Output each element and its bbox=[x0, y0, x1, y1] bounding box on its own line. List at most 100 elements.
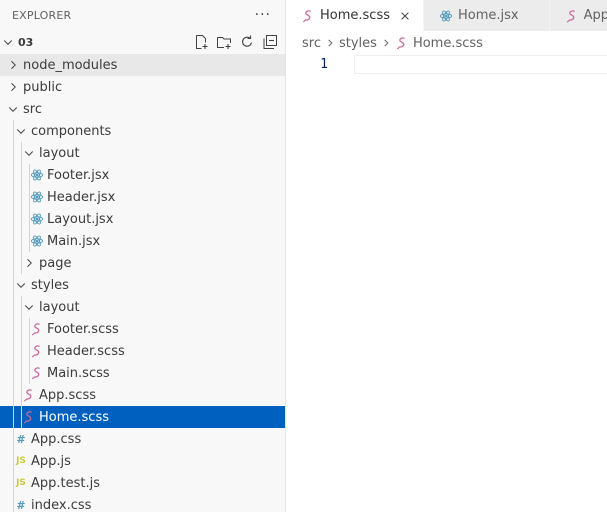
tree-file[interactable]: # index.css bbox=[0, 494, 285, 512]
react-file-icon bbox=[438, 8, 454, 24]
new-folder-icon[interactable] bbox=[215, 33, 233, 51]
tree-file[interactable]: JS App.js bbox=[0, 450, 285, 472]
chevron-down-icon bbox=[21, 299, 37, 315]
tab-label: App.scss bbox=[583, 8, 607, 23]
indent-guide bbox=[21, 142, 22, 274]
tree-file[interactable]: Header.scss bbox=[0, 340, 285, 362]
tree-file[interactable]: Footer.scss bbox=[0, 318, 285, 340]
breadcrumb-item[interactable]: Home.scss bbox=[395, 36, 483, 51]
scss-file-icon bbox=[395, 36, 409, 50]
tree-item-label: Main.jsx bbox=[47, 233, 101, 249]
tree-folder[interactable]: node_modules bbox=[0, 54, 285, 76]
scss-file-icon bbox=[21, 409, 37, 425]
react-file-icon bbox=[29, 211, 45, 227]
tab-label: Home.jsx bbox=[458, 8, 519, 23]
chevron-down-icon bbox=[21, 145, 37, 161]
tree-item-label: src bbox=[23, 101, 42, 117]
breadcrumb-label: Home.scss bbox=[412, 35, 483, 51]
chevron-right-icon bbox=[5, 57, 21, 73]
breadcrumb: src styles Home.scss bbox=[286, 31, 607, 55]
line-number: 1 bbox=[320, 57, 328, 72]
tree-folder[interactable]: components bbox=[0, 120, 285, 142]
scss-file-icon bbox=[21, 387, 37, 403]
chevron-down-icon bbox=[0, 34, 16, 50]
collapse-all-icon[interactable] bbox=[261, 33, 279, 51]
tree-item-label: Main.scss bbox=[47, 365, 110, 381]
indent-guide bbox=[21, 296, 22, 428]
file-tree: node_modulespublic src components layout Foo… bbox=[0, 54, 285, 512]
react-file-icon bbox=[29, 233, 45, 249]
react-file-icon bbox=[29, 189, 45, 205]
tree-item-label: App.js bbox=[31, 453, 71, 469]
editor-tab[interactable]: Home.scss bbox=[286, 0, 424, 31]
editor-area: Home.scss Home.jsx App.scss src styles Home.… bbox=[286, 0, 607, 512]
explorer-panel: EXPLORER ··· 03 node_modulespublic src com… bbox=[0, 0, 286, 512]
new-file-icon[interactable] bbox=[192, 33, 210, 51]
tree-file[interactable]: Footer.jsx bbox=[0, 164, 285, 186]
breadcrumb-item[interactable]: src bbox=[302, 36, 321, 51]
tree-file[interactable]: Main.jsx bbox=[0, 230, 285, 252]
indent-guide bbox=[13, 120, 14, 512]
tree-item-label: layout bbox=[39, 299, 80, 315]
workspace-folder-header[interactable]: 03 bbox=[0, 30, 285, 54]
scss-file-icon bbox=[29, 365, 45, 381]
tree-folder[interactable]: layout bbox=[0, 142, 285, 164]
tree-file[interactable]: Home.scss bbox=[0, 406, 285, 428]
indent-guide bbox=[29, 318, 30, 384]
tree-item-label: components bbox=[31, 123, 112, 139]
tab-label: Home.scss bbox=[320, 8, 390, 23]
tree-item-label: page bbox=[39, 255, 72, 271]
editor-line[interactable]: 1 bbox=[286, 55, 607, 74]
tree-file[interactable]: Layout.jsx bbox=[0, 208, 285, 230]
tree-file[interactable]: # App.css bbox=[0, 428, 285, 450]
tree-folder[interactable]: layout bbox=[0, 296, 285, 318]
editor-tab[interactable]: App.scss bbox=[549, 0, 607, 31]
tree-item-label: node_modules bbox=[23, 57, 118, 73]
chevron-right-icon bbox=[381, 38, 391, 48]
breadcrumb-label: styles bbox=[338, 35, 377, 51]
chevron-right-icon bbox=[5, 79, 21, 95]
scss-file-icon bbox=[29, 343, 45, 359]
chevron-down-icon bbox=[13, 277, 29, 293]
workspace-folder-name: 03 bbox=[18, 35, 34, 49]
close-icon[interactable] bbox=[397, 8, 413, 24]
explorer-title: EXPLORER bbox=[12, 8, 72, 22]
tree-item-label: Header.jsx bbox=[47, 189, 116, 205]
js-file-icon: JS bbox=[16, 456, 26, 466]
tree-item-label: styles bbox=[31, 277, 69, 293]
css-file-icon: # bbox=[16, 498, 26, 512]
scss-file-icon bbox=[300, 8, 316, 24]
scss-file-icon bbox=[564, 8, 580, 24]
chevron-down-icon bbox=[5, 101, 21, 117]
css-file-icon: # bbox=[16, 432, 26, 446]
breadcrumb-item[interactable]: styles bbox=[339, 36, 377, 51]
tree-item-label: App.test.js bbox=[31, 475, 101, 491]
tree-file[interactable]: Main.scss bbox=[0, 362, 285, 384]
tree-file[interactable]: App.scss bbox=[0, 384, 285, 406]
tree-folder[interactable]: public bbox=[0, 76, 285, 98]
tree-item-label: Footer.scss bbox=[47, 321, 119, 337]
tree-item-label: Home.scss bbox=[39, 409, 109, 425]
tree-folder[interactable]: styles bbox=[0, 274, 285, 296]
refresh-icon[interactable] bbox=[238, 33, 256, 51]
tree-folder[interactable]: page bbox=[0, 252, 285, 274]
editor-tab[interactable]: Home.jsx bbox=[424, 0, 550, 31]
more-actions-button[interactable]: ··· bbox=[255, 7, 271, 23]
explorer-header: EXPLORER ··· bbox=[0, 0, 285, 30]
tree-item-label: index.css bbox=[31, 497, 92, 512]
tree-item-label: layout bbox=[39, 145, 80, 161]
indent-guide bbox=[29, 164, 30, 252]
tree-item-label: Layout.jsx bbox=[47, 211, 114, 227]
tree-item-label: Footer.jsx bbox=[47, 167, 110, 183]
chevron-right-icon bbox=[325, 38, 335, 48]
react-file-icon bbox=[29, 167, 45, 183]
tree-file[interactable]: Header.jsx bbox=[0, 186, 285, 208]
tree-item-label: Header.scss bbox=[47, 343, 125, 359]
breadcrumb-label: src bbox=[302, 35, 321, 51]
tree-item-label: App.scss bbox=[39, 387, 96, 403]
tree-folder[interactable]: src bbox=[0, 98, 285, 120]
js-file-icon: JS bbox=[16, 478, 26, 488]
tree-file[interactable]: JS App.test.js bbox=[0, 472, 285, 494]
chevron-right-icon bbox=[21, 255, 37, 271]
chevron-down-icon bbox=[13, 123, 29, 139]
